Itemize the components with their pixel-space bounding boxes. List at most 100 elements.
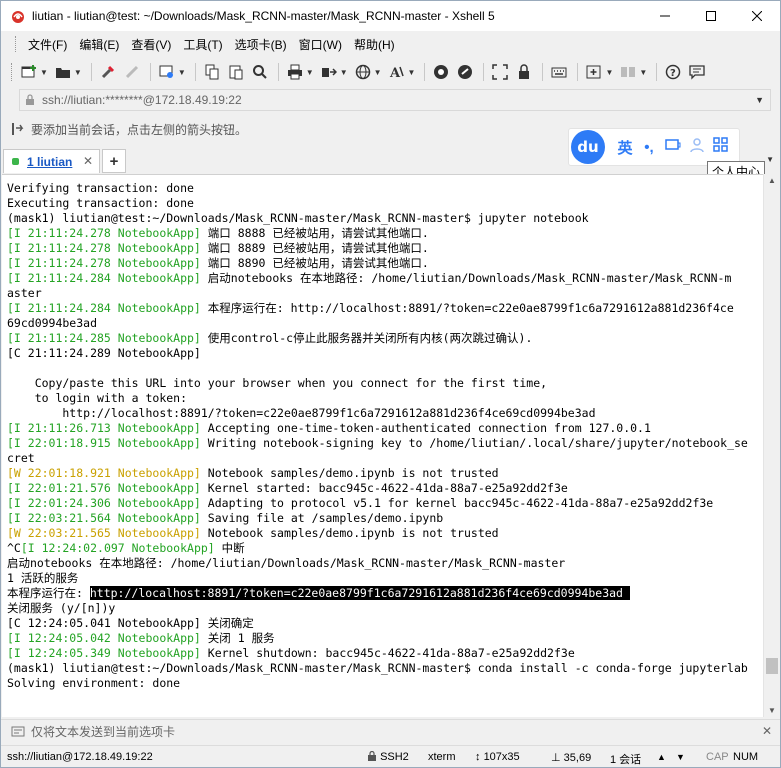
lock-icon	[26, 94, 34, 105]
toolbar-separator	[277, 63, 279, 81]
scroll-up-icon[interactable]: ▲	[768, 176, 776, 185]
find-icon	[252, 65, 267, 79]
close-window-button[interactable]	[734, 1, 780, 31]
new-session-dropdown[interactable]: ▼	[40, 68, 48, 77]
tab-close-icon[interactable]: ✕	[83, 154, 93, 168]
window-title: liutian - liutian@test: ~/Downloads/Mask…	[32, 9, 495, 23]
terminal-text: cret	[7, 451, 35, 465]
globe-button[interactable]	[352, 61, 374, 83]
terminal-line: [I 21:11:24.284 NotebookApp] 启动notebooks…	[7, 271, 748, 286]
terminal-text: aster	[7, 286, 42, 300]
open-dropdown[interactable]: ▼	[74, 68, 82, 77]
xshell-app-icon	[12, 11, 24, 23]
terminal-text: 本程序运行在:	[7, 586, 90, 600]
address-field[interactable]: ssh://liutian:********@172.18.49.19:22 ▼	[19, 89, 771, 111]
scrollbar-thumb[interactable]	[766, 658, 778, 674]
copy-button[interactable]	[201, 61, 223, 83]
ime-punctuation-toggle[interactable]: •,	[637, 139, 661, 156]
svg-text:A: A	[389, 66, 401, 80]
menu-file[interactable]: 文件(F)	[22, 36, 73, 53]
terminal-text: [I 22:01:21.576 NotebookApp]	[7, 481, 201, 495]
add-tab-button[interactable]: +	[102, 149, 126, 173]
layout-button[interactable]	[617, 61, 639, 83]
chat-button[interactable]	[686, 61, 708, 83]
compose-close-icon[interactable]: ✕	[762, 724, 772, 738]
transfer-dropdown[interactable]: ▼	[340, 68, 348, 77]
copy-icon	[205, 64, 219, 80]
address-dropdown-icon[interactable]: ▼	[755, 95, 764, 105]
terminal-output[interactable]: Verifying transaction: done Executing tra…	[2, 174, 763, 717]
xftp-button[interactable]	[430, 61, 452, 83]
terminal-text: 端口 8890 已经被站用，请尝试其他端口.	[200, 256, 429, 270]
terminal-line: Copy/paste this URL into your browser wh…	[7, 376, 748, 391]
terminal-line: http://localhost:8891/?token=c22e0ae8799…	[7, 406, 748, 421]
reconnect-button[interactable]	[97, 61, 119, 83]
properties-dropdown[interactable]: ▼	[178, 68, 186, 77]
terminal-text: ^C	[7, 541, 21, 555]
menu-window[interactable]: 窗口(W)	[293, 36, 348, 53]
ime-user-icon[interactable]	[685, 137, 709, 157]
hint-text: 要添加当前会话，点击左侧的箭头按钮。	[31, 122, 248, 137]
menu-view[interactable]: 查看(V)	[125, 36, 177, 53]
disconnect-button[interactable]	[121, 61, 143, 83]
toolbar-separator	[90, 63, 92, 81]
terminal-text: Executing transaction: done	[7, 196, 194, 210]
transfer-icon	[321, 68, 337, 77]
menu-grip[interactable]	[15, 36, 18, 52]
terminal-text: (mask1) liutian@test:~/Downloads/Mask_RC…	[7, 211, 589, 225]
terminal-lines: Verifying transaction: done Executing tra…	[7, 181, 748, 691]
disconnect-icon	[125, 65, 138, 79]
add-session-arrow-icon[interactable]	[11, 122, 25, 136]
open-button[interactable]	[52, 61, 74, 83]
tab-list-dropdown-icon[interactable]: ▼	[766, 155, 774, 164]
menu-tabs[interactable]: 选项卡(B)	[229, 36, 293, 53]
status-terminal-type: xterm	[428, 751, 456, 763]
menu-tools[interactable]: 工具(T)	[177, 36, 228, 53]
baidu-ime-logo[interactable]: du	[571, 130, 605, 164]
minimize-button[interactable]	[642, 1, 688, 31]
terminal-line: (mask1) liutian@test:~/Downloads/Mask_RC…	[7, 661, 748, 676]
transfer-button[interactable]	[318, 61, 340, 83]
terminal-text: Accepting one-time-token-authenticated c…	[200, 421, 651, 435]
reconnect-icon	[101, 65, 114, 79]
font-button[interactable]: A	[386, 61, 408, 83]
menu-edit[interactable]: 编辑(E)	[73, 36, 125, 53]
terminal-line: (mask1) liutian@test:~/Downloads/Mask_RC…	[7, 211, 748, 226]
print-button[interactable]	[284, 61, 306, 83]
new-tab-dropdown[interactable]: ▼	[605, 68, 613, 77]
toolbar-separator	[149, 63, 151, 81]
paste-button[interactable]	[225, 61, 247, 83]
menu-help[interactable]: 帮助(H)	[348, 36, 401, 53]
ime-language-toggle[interactable]: 英	[613, 137, 637, 158]
scroll-down-icon[interactable]: ▼	[768, 706, 776, 715]
maximize-button[interactable]	[688, 1, 734, 31]
sessions-up-icon[interactable]: ▲	[657, 752, 666, 762]
lock-button[interactable]	[513, 61, 535, 83]
status-connection: ssh://liutian@172.18.49.19:22	[7, 751, 153, 763]
find-button[interactable]	[249, 61, 271, 83]
xmanager-button[interactable]	[454, 61, 476, 83]
properties-button[interactable]	[156, 61, 178, 83]
compose-bar[interactable]: 仅将文本发送到当前选项卡 ✕	[1, 719, 780, 743]
tab-label: 1 liutian	[27, 154, 73, 169]
sessions-down-icon[interactable]: ▼	[676, 752, 685, 762]
terminal-text: [C 12:24:05.041 NotebookApp]	[7, 616, 201, 630]
terminal-line: [I 22:01:18.915 NotebookApp] Writing not…	[7, 436, 748, 451]
terminal-line: [I 22:03:21.564 NotebookApp] Saving file…	[7, 511, 748, 526]
new-tab-button[interactable]	[583, 61, 605, 83]
terminal-scrollbar[interactable]: ▲ ▼	[763, 174, 779, 717]
globe-dropdown[interactable]: ▼	[374, 68, 382, 77]
print-dropdown[interactable]: ▼	[306, 68, 314, 77]
help-button[interactable]: ?	[662, 61, 684, 83]
ime-grid-icon[interactable]	[709, 137, 733, 157]
font-dropdown[interactable]: ▼	[408, 68, 416, 77]
tab-liutian[interactable]: 1 liutian ✕	[3, 149, 100, 173]
new-session-button[interactable]	[18, 61, 40, 83]
status-cap: CAP	[706, 751, 729, 763]
keyboard-button[interactable]	[548, 61, 570, 83]
ime-keyboard-icon[interactable]	[661, 137, 685, 157]
layout-dropdown[interactable]: ▼	[639, 68, 647, 77]
title-bar[interactable]: liutian - liutian@test: ~/Downloads/Mask…	[1, 1, 780, 31]
fullscreen-button[interactable]	[489, 61, 511, 83]
toolbar-grip[interactable]	[11, 63, 14, 81]
